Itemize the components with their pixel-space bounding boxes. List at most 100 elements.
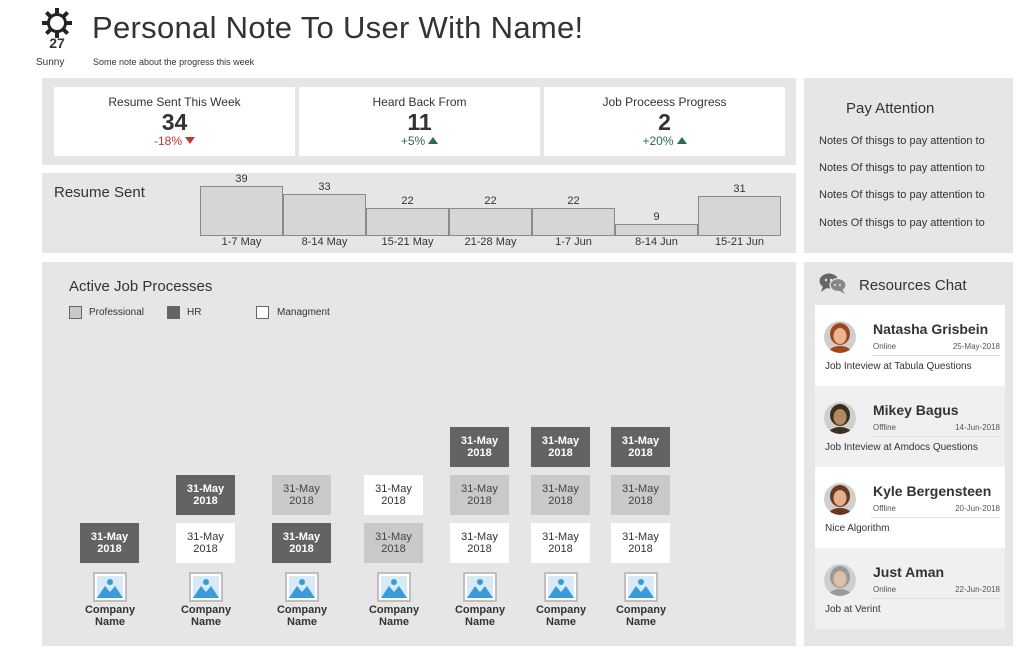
chat-contact-name: Mikey Bagus — [873, 402, 959, 418]
company-name: Company Name — [276, 604, 328, 628]
company-name: Company Name — [180, 604, 232, 628]
stage-tile-hr[interactable]: 31-May 2018 — [80, 523, 139, 563]
stage-tile-hr[interactable]: 31-May 2018 — [272, 523, 331, 563]
stage-tile-hr[interactable]: 31-May 2018 — [531, 427, 590, 467]
bar-value-label: 33 — [318, 181, 331, 193]
bar-category-label: 1-7 Jun — [555, 236, 592, 248]
chat-item[interactable]: Natasha Grisbein Online 25-May-2018 Job Int… — [815, 305, 1005, 386]
kpi-delta: +5% — [299, 134, 540, 148]
weather-widget: 27 — [40, 8, 74, 50]
chat-status: Online — [873, 585, 897, 594]
chat-status: Offline — [873, 423, 896, 432]
legend-label-professional: Professional — [89, 307, 145, 318]
arrow-up-icon — [428, 137, 439, 144]
company-logo-image-icon — [377, 572, 411, 602]
avatar-man-gray-hair — [824, 564, 856, 596]
chat-bubbles-icon — [819, 273, 847, 294]
legend-label-management: Managment — [277, 307, 330, 318]
resume-sent-title: Resume Sent — [54, 184, 145, 201]
chat-divider — [871, 436, 1000, 437]
kpi-card-job-progress: Job Proceess Progress 2 +20% — [544, 87, 785, 156]
stage-tile-hr[interactable]: 31-May 2018 — [176, 475, 235, 515]
page-subtitle: Some note about the progress this week — [93, 57, 255, 67]
resume-bar[interactable] — [449, 208, 532, 236]
chat-date: 25-May-2018 — [952, 342, 1000, 351]
company-logo-image-icon — [285, 572, 319, 602]
resume-bar[interactable] — [366, 208, 449, 236]
chat-message: Job Inteview at Tabula Questions — [825, 361, 972, 372]
kpi-value: 34 — [161, 109, 188, 135]
legend-swatch-management — [256, 306, 269, 319]
bar-value-label: 22 — [484, 195, 497, 207]
company-logo-image-icon — [93, 572, 127, 602]
stage-tile-hr[interactable]: 31-May 2018 — [450, 427, 509, 467]
bar-category-label: 21-28 May — [464, 236, 517, 248]
resume-bar[interactable] — [532, 208, 615, 236]
stage-tile-pro[interactable]: 31-May 2018 — [272, 475, 331, 515]
legend-swatch-hr — [167, 306, 180, 319]
chat-divider — [871, 517, 1000, 518]
resume-bar[interactable] — [283, 194, 366, 236]
attention-note: Notes Of thisgs to pay attention to — [819, 217, 985, 229]
avatar-woman-red-hair — [824, 321, 856, 353]
bar-value-label: 39 — [235, 173, 248, 185]
company-name: Company Name — [535, 604, 587, 628]
weather-condition: Sunny — [36, 57, 65, 68]
chat-status: Offline — [873, 504, 896, 513]
chat-divider — [871, 355, 1000, 356]
company-logo-image-icon — [463, 572, 497, 602]
resume-bar[interactable] — [200, 186, 283, 236]
stage-tile-mgmt[interactable]: 31-May 2018 — [364, 475, 423, 515]
chat-message: Job at Verint — [825, 604, 881, 615]
stage-tile-pro[interactable]: 31-May 2018 — [531, 475, 590, 515]
bar-category-label: 8-14 May — [301, 236, 348, 248]
bar-category-label: 15-21 Jun — [715, 236, 764, 248]
arrow-up-icon — [676, 137, 687, 144]
active-jobs-panel — [42, 262, 796, 646]
kpi-value: 11 — [407, 109, 432, 135]
chat-date: 22-Jun-2018 — [955, 585, 1000, 594]
resume-bar[interactable] — [698, 196, 781, 236]
company-logo-image-icon — [544, 572, 578, 602]
arrow-down-icon — [185, 137, 195, 144]
resume-bar[interactable] — [615, 224, 698, 236]
attention-note: Notes Of thisgs to pay attention to — [819, 135, 985, 147]
active-jobs-title: Active Job Processes — [69, 278, 213, 295]
company-name: Company Name — [368, 604, 420, 628]
bar-category-label: 8-14 Jun — [635, 236, 678, 248]
chat-item[interactable]: Kyle Bergensteen Offline 20-Jun-2018 Nice A… — [815, 467, 1005, 548]
legend-label-hr: HR — [187, 307, 202, 318]
avatar-woman-brown-hair — [824, 483, 856, 515]
stage-tile-mgmt[interactable]: 31-May 2018 — [450, 523, 509, 563]
kpi-value: 2 — [658, 109, 671, 135]
kpi-label: Job Proceess Progress — [602, 95, 727, 109]
page-title: Personal Note To User With Name! — [92, 10, 584, 45]
stage-tile-mgmt[interactable]: 31-May 2018 — [176, 523, 235, 563]
bar-value-label: 9 — [653, 211, 660, 223]
kpi-card-resume-sent: Resume Sent This Week 34 -18% — [54, 87, 295, 156]
kpi-label: Resume Sent This Week — [108, 95, 241, 109]
bar-value-label: 22 — [401, 195, 414, 207]
chat-contact-name: Kyle Bergensteen — [873, 483, 992, 499]
stage-tile-mgmt[interactable]: 31-May 2018 — [531, 523, 590, 563]
chat-item[interactable]: Mikey Bagus Offline 14-Jun-2018 Job Intevie… — [815, 386, 1005, 467]
attention-note: Notes Of thisgs to pay attention to — [819, 189, 985, 201]
sun-icon — [42, 8, 72, 38]
chat-date: 14-Jun-2018 — [955, 423, 1000, 432]
bar-category-label: 1-7 May — [221, 236, 262, 248]
bar-category-label: 15-21 May — [381, 236, 434, 248]
stage-tile-mgmt[interactable]: 31-May 2018 — [611, 523, 670, 563]
chat-contact-name: Just Aman — [873, 564, 945, 580]
stage-tile-pro[interactable]: 31-May 2018 — [364, 523, 423, 563]
stage-tile-hr[interactable]: 31-May 2018 — [611, 427, 670, 467]
chat-item[interactable]: Just Aman Online 22-Jun-2018 Job at Verint — [815, 548, 1005, 629]
chat-status: Online — [873, 342, 897, 351]
bar-value-label: 31 — [733, 183, 746, 195]
avatar-man-bearded — [824, 402, 856, 434]
company-name: Company Name — [454, 604, 506, 628]
legend-swatch-professional — [69, 306, 82, 319]
stage-tile-pro[interactable]: 31-May 2018 — [450, 475, 509, 515]
resources-chat-title: Resources Chat — [859, 277, 967, 294]
stage-tile-pro[interactable]: 31-May 2018 — [611, 475, 670, 515]
company-logo-image-icon — [189, 572, 223, 602]
